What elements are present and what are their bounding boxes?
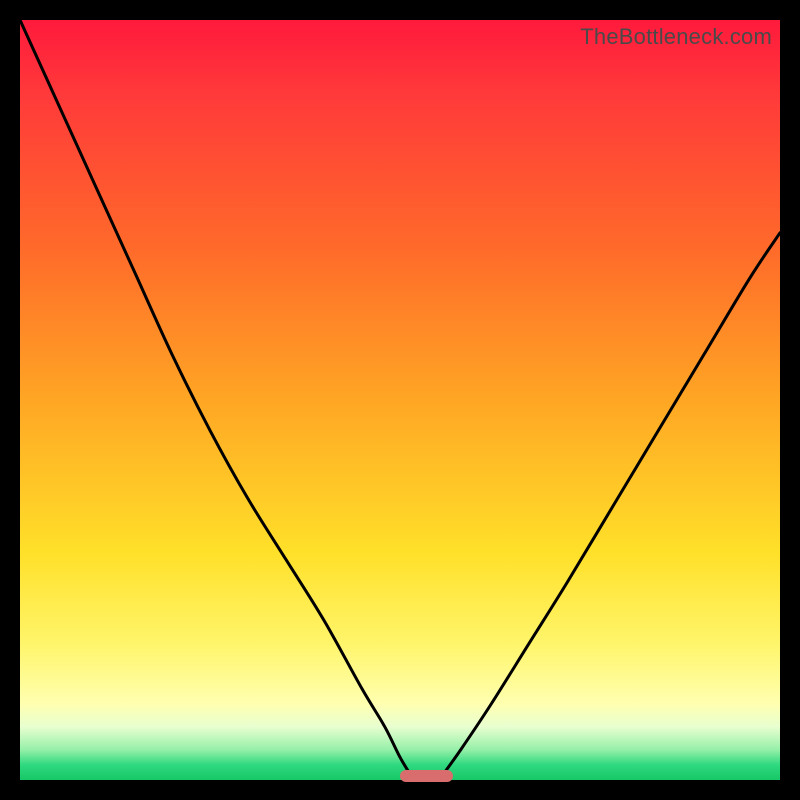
curve-right-path — [442, 233, 780, 776]
minimum-marker — [400, 770, 453, 782]
watermark-text: TheBottleneck.com — [580, 24, 772, 50]
plot-area: TheBottleneck.com — [20, 20, 780, 780]
bottleneck-curve — [20, 20, 780, 780]
curve-left-path — [20, 20, 411, 776]
chart-frame: TheBottleneck.com — [0, 0, 800, 800]
